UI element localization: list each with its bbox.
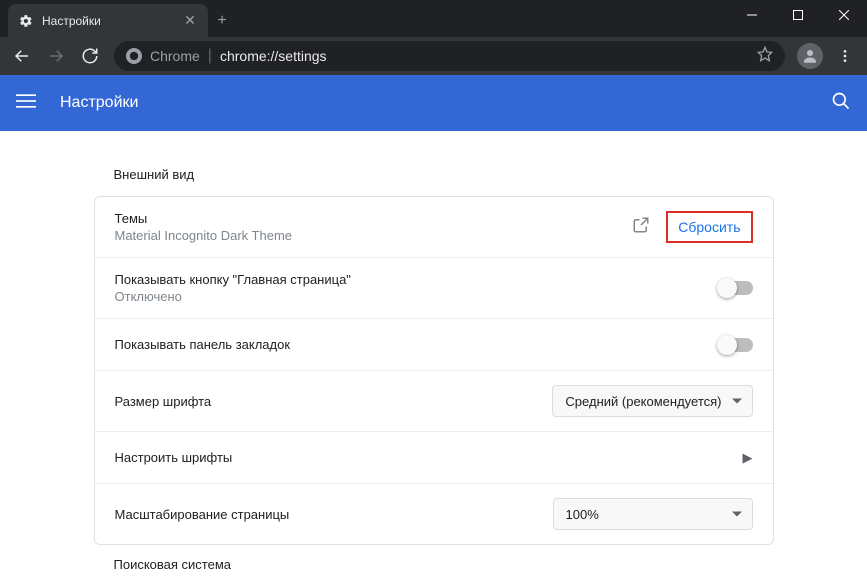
browser-toolbar: Chrome | chrome://settings — [0, 37, 867, 75]
gear-icon — [18, 13, 34, 29]
font-size-select[interactable]: Средний (рекомендуется) — [552, 385, 752, 417]
settings-page: Настройки Внешний вид Темы Material Inco… — [0, 75, 867, 585]
minimize-button[interactable] — [729, 0, 775, 30]
home-button-row: Показывать кнопку "Главная страница" Отк… — [95, 257, 773, 318]
address-bar[interactable]: Chrome | chrome://settings — [114, 41, 785, 71]
maximize-button[interactable] — [775, 0, 821, 30]
page-zoom-value: 100% — [566, 507, 599, 522]
customize-fonts-title: Настроить шрифты — [115, 450, 727, 465]
page-zoom-title: Масштабирование страницы — [115, 507, 537, 522]
hamburger-menu-icon[interactable] — [16, 91, 40, 116]
bookmark-star-icon[interactable] — [757, 46, 773, 67]
theme-title: Темы — [115, 211, 617, 226]
section-title-appearance: Внешний вид — [94, 155, 774, 196]
bookmarks-bar-toggle[interactable] — [719, 338, 753, 352]
settings-appbar: Настройки — [0, 75, 867, 131]
close-window-button[interactable] — [821, 0, 867, 30]
url-text: chrome://settings — [220, 48, 749, 64]
bookmarks-bar-title: Показывать панель закладок — [115, 337, 703, 352]
appbar-title: Настройки — [60, 94, 831, 112]
new-tab-button[interactable]: + — [208, 4, 236, 37]
external-link-icon[interactable] — [632, 216, 650, 239]
window-controls — [729, 0, 867, 30]
bookmarks-bar-row: Показывать панель закладок — [95, 318, 773, 370]
search-engine-section: Поисковая система — [94, 545, 774, 585]
window-titlebar: Настройки ✕ + — [0, 0, 867, 37]
back-button[interactable] — [6, 40, 38, 72]
profile-avatar[interactable] — [797, 43, 823, 69]
browser-menu-button[interactable] — [829, 40, 861, 72]
home-button-subtitle: Отключено — [115, 289, 703, 304]
font-size-title: Размер шрифта — [115, 394, 537, 409]
page-zoom-select[interactable]: 100% — [553, 498, 753, 530]
site-info-icon[interactable] — [126, 48, 142, 64]
font-size-row: Размер шрифта Средний (рекомендуется) — [95, 370, 773, 431]
reset-theme-button[interactable]: Сбросить — [666, 211, 752, 243]
theme-row[interactable]: Темы Material Incognito Dark Theme Сброс… — [95, 197, 773, 257]
url-separator: | — [208, 47, 212, 65]
tab-title: Настройки — [42, 14, 174, 28]
reload-button[interactable] — [74, 40, 106, 72]
home-button-toggle[interactable] — [719, 281, 753, 295]
home-button-title: Показывать кнопку "Главная страница" — [115, 272, 703, 287]
appearance-section: Внешний вид Темы Material Incognito Dark… — [94, 155, 774, 545]
page-zoom-row: Масштабирование страницы 100% — [95, 483, 773, 544]
chevron-right-icon: ▶ — [743, 450, 753, 466]
section-title-search-engine: Поисковая система — [94, 545, 774, 585]
url-prefix: Chrome — [150, 48, 200, 64]
appearance-card: Темы Material Incognito Dark Theme Сброс… — [94, 196, 774, 545]
search-icon[interactable] — [831, 91, 851, 116]
settings-scroll-area[interactable]: Внешний вид Темы Material Incognito Dark… — [0, 131, 867, 585]
customize-fonts-row[interactable]: Настроить шрифты ▶ — [95, 431, 773, 483]
theme-subtitle: Material Incognito Dark Theme — [115, 228, 617, 243]
forward-button[interactable] — [40, 40, 72, 72]
font-size-value: Средний (рекомендуется) — [565, 394, 721, 409]
browser-tab[interactable]: Настройки ✕ — [8, 4, 208, 37]
close-tab-icon[interactable]: ✕ — [182, 12, 198, 29]
